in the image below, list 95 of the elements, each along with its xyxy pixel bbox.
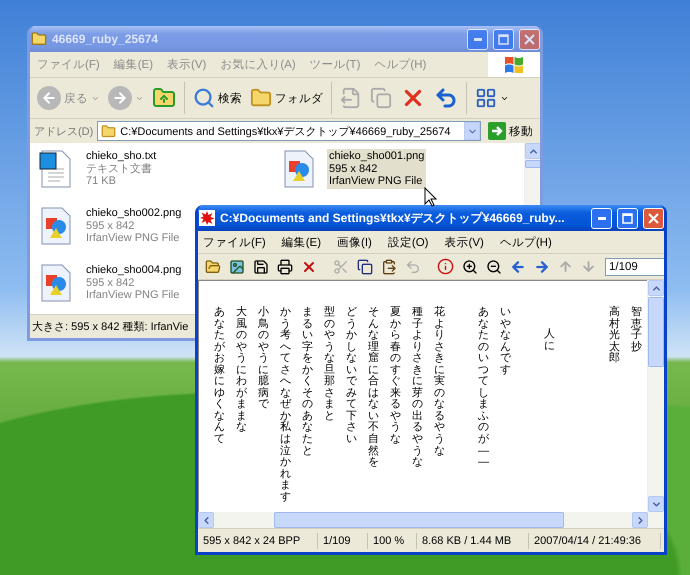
poem-line: 夏から春のすぐ来るやうな — [390, 307, 401, 446]
status-cell: 1/109 — [320, 532, 368, 548]
menu-item[interactable]: ファイル(F) — [198, 234, 271, 250]
copy-icon — [357, 258, 373, 274]
file-type: 595 x 842 — [86, 276, 136, 289]
poem-line: どうかしないでみて下さい — [346, 307, 357, 446]
scissors-icon — [333, 258, 349, 274]
minimize-icon — [598, 216, 606, 220]
grid-icon — [475, 87, 497, 109]
poem-line: 智恵子抄 — [631, 307, 642, 354]
scroll-down-button[interactable] — [648, 496, 664, 512]
picture-icon — [229, 258, 245, 274]
file-detail: IrfanView PNG File — [86, 232, 180, 244]
folder-icon — [31, 31, 47, 47]
close-icon — [648, 212, 659, 224]
file-name: chieko_sho.txt — [86, 150, 156, 162]
poem-line: かう考へてさへなぜか私は泣かれます — [280, 307, 291, 504]
minimize-button[interactable] — [591, 208, 612, 228]
maximize-button[interactable] — [617, 208, 638, 228]
window-title: 46669_ruby_25674 — [52, 32, 160, 46]
address-label: アドレス(D) — [34, 124, 94, 138]
file-name: chieko_sho002.png — [86, 207, 182, 220]
status-cell: 8.68 KB / 1.44 MB — [419, 532, 529, 548]
folders-button[interactable]: フォルダ — [247, 85, 326, 111]
scrollbar-thumb[interactable] — [525, 160, 540, 168]
poem-line: 人に — [544, 329, 555, 352]
file-detail: 71 KB — [86, 175, 117, 188]
poem-line: まるい字をかくそのあなたと — [302, 307, 313, 458]
poem-line: 大風のやうにわがままな — [236, 307, 247, 434]
go-button[interactable]: 移動 — [485, 120, 536, 142]
folder-open-icon — [205, 258, 221, 274]
scrollbar-thumb[interactable] — [274, 512, 564, 528]
file-name: chieko_sho001.png — [329, 150, 424, 162]
file-detail: IrfanView PNG File — [86, 289, 180, 302]
undo-icon — [405, 258, 421, 274]
poem-line: あなたがお嫁にゆくなんて — [214, 307, 225, 446]
poem-line: 型のやうな旦那さまと — [324, 307, 335, 422]
scroll-up-button[interactable] — [525, 143, 540, 159]
zoom-in-icon — [462, 258, 478, 274]
arrow-down-icon — [581, 259, 596, 274]
info-icon — [437, 258, 454, 275]
folder-up-icon — [152, 86, 176, 110]
status-cell: 2007/04/14 / 21:49:36 — [531, 532, 661, 548]
menu-item[interactable]: 表示(V) — [440, 234, 489, 250]
search-icon — [193, 87, 215, 109]
folder-icon — [250, 87, 272, 109]
page-field[interactable]: 1/109 — [605, 258, 664, 276]
printer-icon — [277, 258, 293, 274]
address-field[interactable]: C:¥Documents and Settings¥tkx¥デスクトップ¥46669_ruby_25674 — [97, 121, 481, 141]
file-item[interactable]: chieko_sho002.png 595 x 842 IrfanView PNG File — [38, 206, 184, 246]
poem-line: いやなんです — [500, 307, 511, 376]
file-item[interactable]: chieko_sho.txt テキスト文書 71 KB — [38, 149, 158, 189]
status-cell: 595 x 842 x 24 BPP — [200, 532, 318, 548]
file-detail: IrfanView PNG File — [329, 175, 424, 188]
close-button[interactable] — [643, 208, 664, 228]
poem-line: そんな理窟に合はない不自然を — [368, 307, 379, 469]
file-type: 595 x 842 — [86, 220, 136, 232]
flag-logo-icon — [505, 56, 523, 72]
minimize-button[interactable] — [467, 28, 488, 50]
menu-item[interactable]: 画像(I) — [332, 234, 377, 250]
close-icon — [524, 34, 535, 44]
menu-item[interactable]: 編集(E) — [276, 234, 326, 250]
scroll-up-button[interactable] — [648, 280, 664, 296]
scroll-left-button[interactable] — [198, 512, 214, 528]
scrollbar-thumb[interactable] — [648, 297, 664, 367]
undo-icon — [434, 86, 458, 110]
folder-icon — [101, 124, 116, 138]
splash-logo-icon — [199, 210, 215, 226]
clipboard-icon — [381, 258, 397, 274]
poem-line: あなたのいつてしまふのが―― — [478, 307, 489, 469]
poem-line: 種子よりさきに芽の出るやうな — [412, 307, 423, 469]
maximize-icon — [622, 212, 633, 224]
scroll-right-button[interactable] — [632, 512, 648, 528]
menu-item[interactable]: 設定(O) — [382, 234, 434, 250]
maximize-icon — [498, 34, 509, 44]
poem-line: 小鳥のやうに臆病で — [258, 307, 269, 411]
poem-line: 高村光太郎 — [609, 307, 620, 365]
zoom-out-icon — [486, 258, 502, 274]
file-name: chieko_sho004.png — [86, 264, 182, 276]
file-move-icon — [340, 87, 362, 109]
status-text: 大きさ: 595 x 842 種類: IrfanVie — [32, 320, 188, 334]
window-title: C:¥Documents and Settings¥tkx¥デスクトップ¥46669_ruby... — [220, 210, 566, 226]
file-type: 595 x 842 — [329, 162, 378, 175]
menu-item[interactable]: ヘルプ(H) — [494, 234, 557, 250]
dropdown-button[interactable] — [464, 122, 480, 140]
file-type: テキスト文書 — [86, 162, 153, 175]
close-button[interactable] — [519, 28, 540, 50]
maximize-button[interactable] — [493, 28, 514, 50]
mouse-pointer-icon — [424, 187, 437, 207]
poem-line: 花よりさきに実のなるやうな — [434, 307, 445, 458]
search-button[interactable]: 検索 — [190, 85, 245, 111]
minimize-icon — [474, 38, 482, 40]
status-cell: 100 % — [370, 532, 417, 548]
file-item[interactable]: chieko_sho004.png 595 x 842 IrfanView PNG File — [38, 263, 184, 303]
copy-icon — [370, 87, 392, 109]
